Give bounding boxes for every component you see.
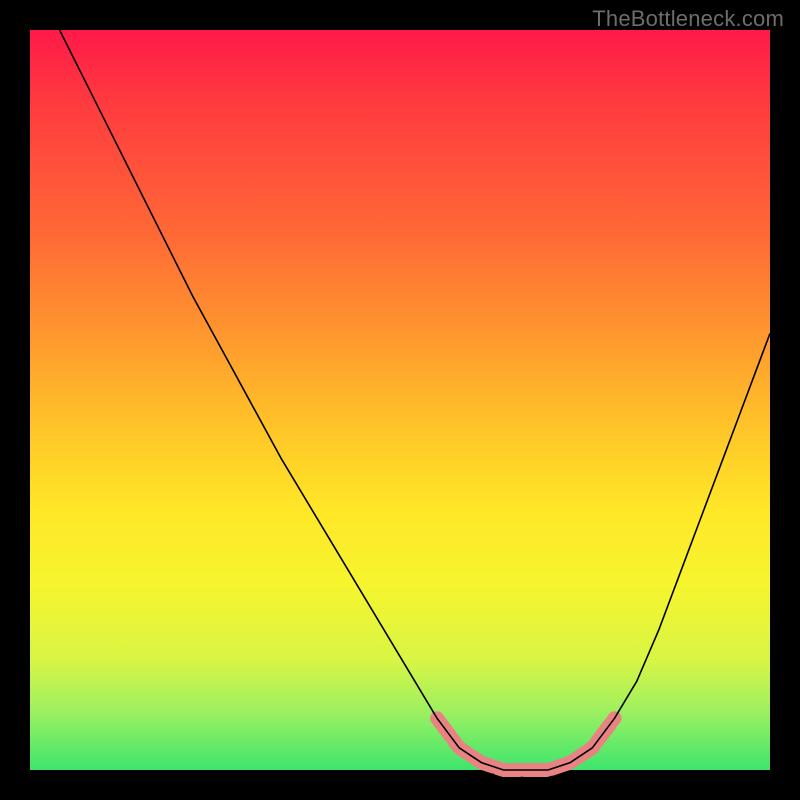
valley-highlight [437,718,615,770]
plot-area [30,30,770,770]
attribution-label: TheBottleneck.com [592,6,784,32]
curve-svg [30,30,770,770]
chart-frame: TheBottleneck.com [0,0,800,800]
bottleneck-curve [60,30,770,770]
